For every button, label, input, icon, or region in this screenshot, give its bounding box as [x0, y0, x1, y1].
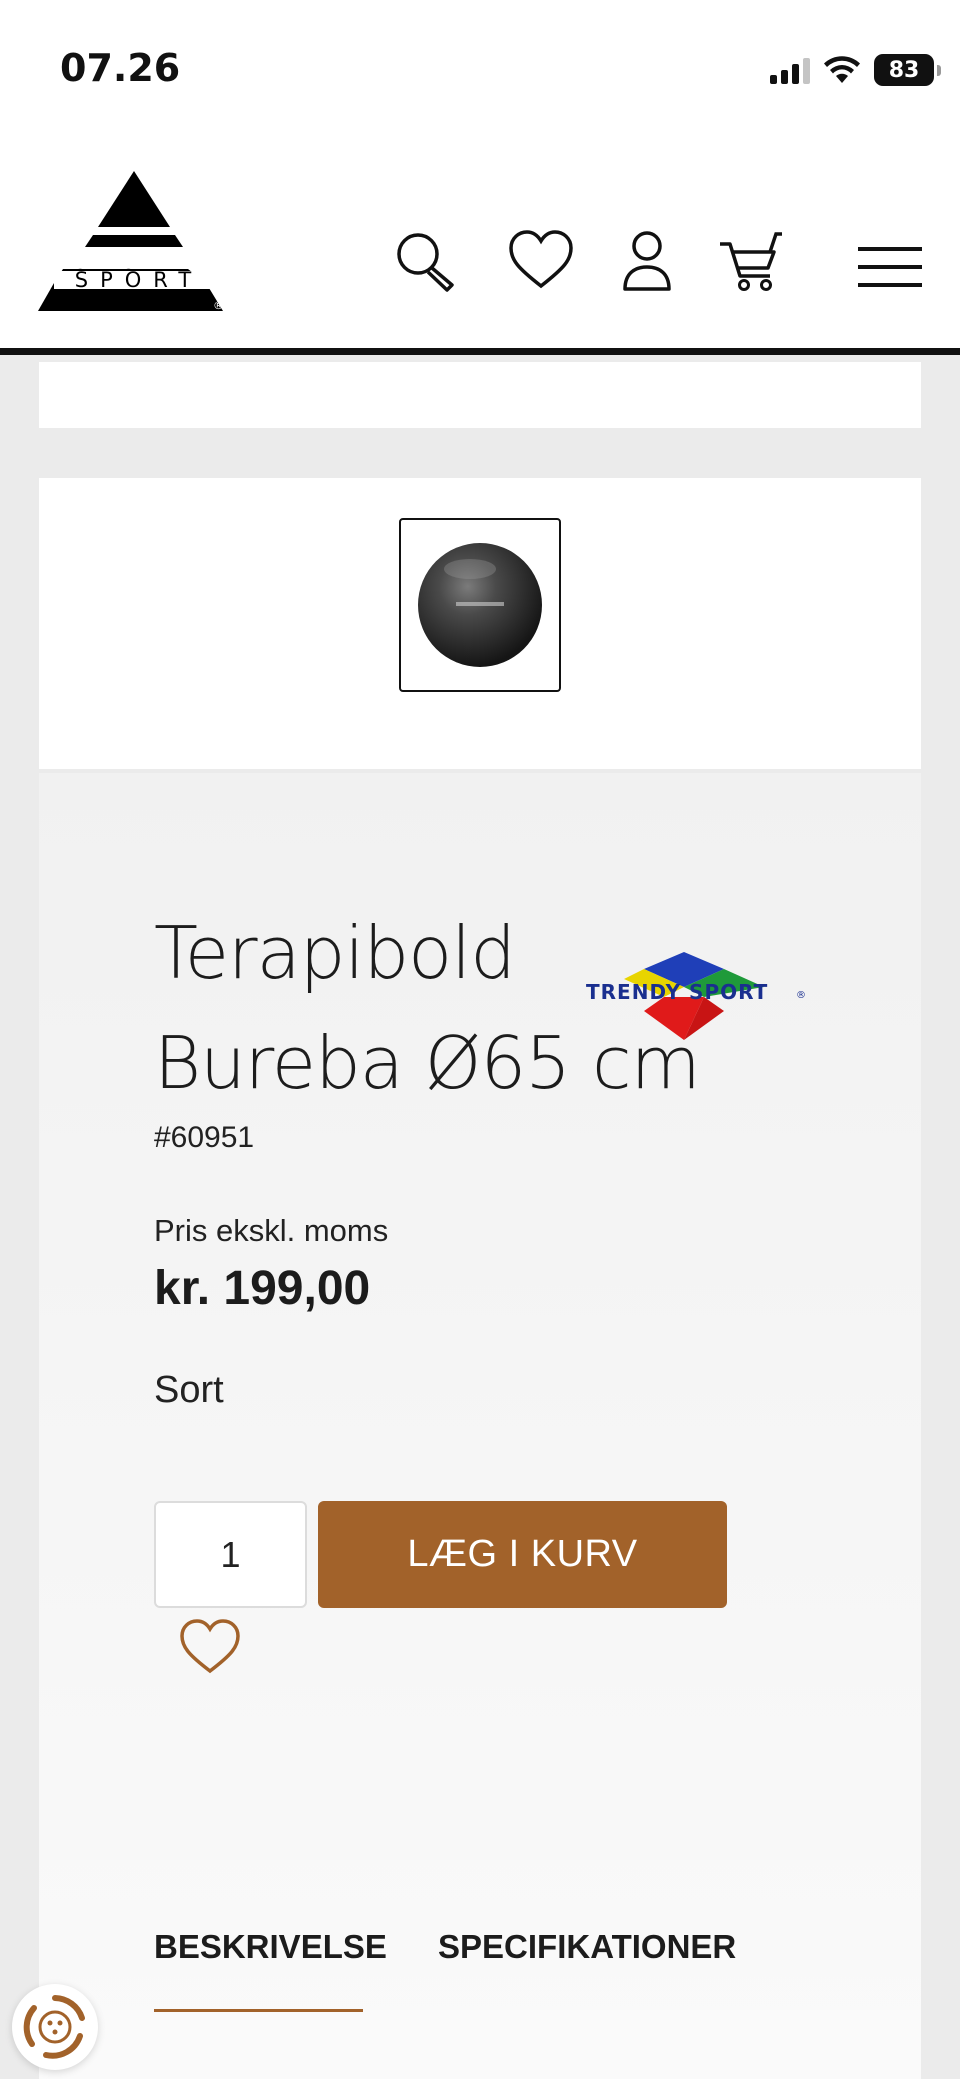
therapy-ball-image — [418, 543, 542, 667]
heart-icon — [180, 1619, 240, 1674]
add-to-cart-button[interactable]: LÆG I KURV — [318, 1501, 727, 1608]
cellular-signal-icon — [770, 56, 810, 84]
product-price: kr. 199,00 — [154, 1262, 371, 1315]
tab-description[interactable]: BESKRIVELSE — [154, 1928, 387, 1966]
recycle-badge-icon — [23, 1995, 85, 2059]
product-info: Terapibold Bureba Ø65 cm TRENDY SPORT ® … — [39, 773, 921, 2079]
menu-icon — [858, 247, 922, 287]
top-card — [39, 362, 921, 428]
logo-text: SPORT — [75, 268, 203, 292]
cart-button[interactable] — [718, 230, 784, 292]
product-title-line1: Terapibold — [154, 911, 516, 995]
search-icon — [397, 233, 454, 292]
price-label: Pris ekskl. moms — [154, 1213, 389, 1248]
a-sport-logo[interactable]: SPORT SPORT ® — [38, 171, 230, 311]
account-button[interactable] — [622, 230, 672, 292]
status-icons: 83 — [770, 50, 941, 90]
cart-icon — [720, 232, 782, 291]
battery-indicator: 83 — [874, 54, 941, 86]
floating-widget-button[interactable] — [12, 1984, 98, 2070]
brand-name: TRENDY SPORT — [586, 980, 768, 1004]
product-thumbnail[interactable] — [399, 518, 561, 692]
site-header: SPORT SPORT ® — [0, 135, 960, 355]
product-sku: #60951 — [154, 1121, 255, 1154]
wishlist-button[interactable] — [508, 230, 574, 290]
user-icon — [623, 231, 671, 291]
active-tab-indicator — [154, 2009, 363, 2012]
product-gallery — [39, 478, 921, 769]
wifi-icon — [824, 56, 860, 83]
battery-level: 83 — [888, 57, 920, 83]
quantity-input[interactable]: 1 — [154, 1501, 307, 1608]
status-time: 07.26 — [60, 46, 181, 90]
menu-button[interactable] — [858, 245, 922, 289]
status-bar: 07.26 83 — [0, 0, 960, 135]
svg-text:®: ® — [213, 299, 224, 311]
trendy-sport-logo: TRENDY SPORT ® — [586, 952, 806, 1040]
search-button[interactable] — [394, 230, 458, 294]
tab-specifications[interactable]: SPECIFIKATIONER — [438, 1928, 736, 1966]
add-to-wishlist-button[interactable] — [179, 1619, 241, 1680]
product-variant: Sort — [154, 1369, 224, 1411]
heart-icon — [509, 230, 573, 289]
svg-text:®: ® — [796, 990, 806, 1001]
